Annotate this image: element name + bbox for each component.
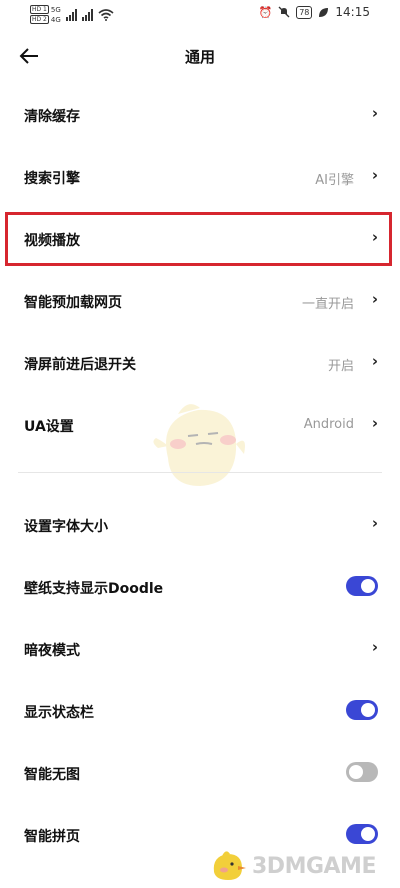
toggle-knob xyxy=(361,579,375,593)
toggle-switch[interactable] xyxy=(346,700,378,720)
brand-text: 3DMGAME xyxy=(252,853,376,879)
sim2-label: HD 2 xyxy=(30,15,49,24)
settings-row-label: 智能预加载网页 xyxy=(24,295,122,311)
settings-row-label: 壁纸支持显示Doodle xyxy=(24,581,164,597)
chevron-right-icon: › xyxy=(371,638,378,656)
sim-indicators: HD 1 5G HD 2 4G xyxy=(30,5,61,24)
video-playback-highlight xyxy=(5,212,392,266)
mute-icon xyxy=(278,6,290,18)
settings-row[interactable]: 智能无图 xyxy=(0,742,400,804)
settings-row-label: 滑屏前进后退开关 xyxy=(24,357,136,373)
settings-row-label: UA设置 xyxy=(24,419,74,435)
status-bar-right: ⏰ 78 14:15 xyxy=(259,5,370,19)
status-bar-left: HD 1 5G HD 2 4G xyxy=(30,5,114,24)
settings-row[interactable]: 清除缓存 › xyxy=(0,84,400,146)
toggle-knob xyxy=(349,765,363,779)
clock: 14:15 xyxy=(335,5,370,19)
settings-row[interactable]: 智能预加载网页 一直开启 › xyxy=(0,270,400,332)
settings-row-label: 暗夜模式 xyxy=(24,643,80,659)
settings-row-value: 开启 xyxy=(327,359,354,374)
sim1-label: HD 1 xyxy=(30,5,49,14)
battery-indicator: 78 xyxy=(296,5,313,19)
settings-row-label: 智能无图 xyxy=(24,767,80,783)
chevron-right-icon: › xyxy=(371,514,378,532)
settings-row[interactable]: 搜索引擎 AI引擎 › xyxy=(0,146,400,208)
chevron-right-icon: › xyxy=(371,166,378,184)
toggle-switch[interactable] xyxy=(346,762,378,782)
settings-row[interactable]: UA设置 Android › xyxy=(0,394,400,456)
chevron-right-icon: › xyxy=(371,352,378,370)
settings-row[interactable]: 暗夜模式 › xyxy=(0,618,400,680)
chevron-right-icon: › xyxy=(371,104,378,122)
toggle-switch[interactable] xyxy=(346,576,378,596)
settings-row[interactable]: 设置字体大小 › xyxy=(0,494,400,556)
settings-row-value: Android xyxy=(303,417,354,432)
chevron-right-icon: › xyxy=(371,414,378,432)
settings-row-label: 设置字体大小 xyxy=(24,519,108,535)
settings-row[interactable]: 壁纸支持显示Doodle xyxy=(0,556,400,618)
leaf-icon xyxy=(319,7,329,17)
header: 通用 xyxy=(0,28,400,84)
sim1-network: 5G xyxy=(50,5,61,14)
wifi-icon xyxy=(98,8,114,21)
signal-icon xyxy=(65,8,77,21)
sim2-network: 4G xyxy=(50,15,61,24)
settings-row[interactable]: 滑屏前进后退开关 开启 › xyxy=(0,332,400,394)
settings-row-value: 一直开启 xyxy=(301,297,354,312)
toggle-knob xyxy=(361,703,375,717)
toggle-knob xyxy=(361,827,375,841)
settings-row-label: 智能拼页 xyxy=(24,829,80,845)
settings-row-value: AI引擎 xyxy=(315,173,354,188)
section-divider xyxy=(18,472,382,473)
page-title: 通用 xyxy=(184,48,215,66)
alarm-icon: ⏰ xyxy=(258,5,273,19)
toggle-switch[interactable] xyxy=(346,824,378,844)
settings-row-label: 搜索引擎 xyxy=(24,171,80,187)
chevron-right-icon: › xyxy=(371,290,378,308)
status-bar: HD 1 5G HD 2 4G ⏰ 78 14:15 xyxy=(0,0,400,28)
brand-logo: 3DMGAME xyxy=(208,848,376,884)
settings-row-label: 清除缓存 xyxy=(24,109,80,125)
signal-icon-2 xyxy=(81,8,93,21)
chick-logo-icon xyxy=(213,851,246,880)
settings-row-label: 显示状态栏 xyxy=(24,705,94,721)
settings-row[interactable]: 显示状态栏 xyxy=(0,680,400,742)
